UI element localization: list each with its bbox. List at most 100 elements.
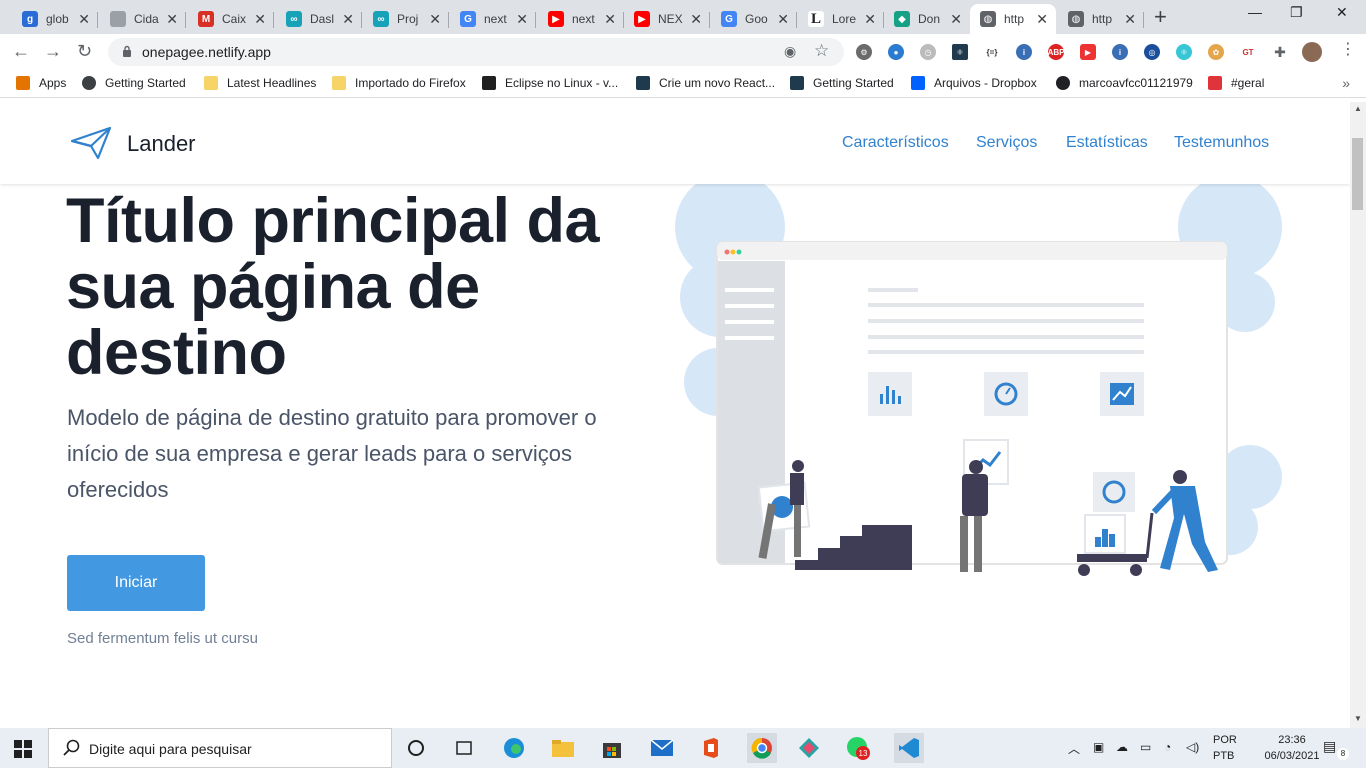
maximize-button[interactable]: ❐: [1290, 4, 1303, 21]
tab-close-icon[interactable]: ✕: [1036, 11, 1048, 27]
extension-redux-icon[interactable]: ✿: [1208, 44, 1224, 60]
browser-tab[interactable]: ◍ http ✕: [1058, 4, 1144, 34]
tray-wifi-icon[interactable]: ◔: [1164, 740, 1171, 754]
extension-compass-icon[interactable]: ◎: [1144, 44, 1160, 60]
extension-globe-icon[interactable]: ●: [888, 44, 904, 60]
tab-close-icon[interactable]: ✕: [1124, 11, 1136, 27]
edge-icon[interactable]: [502, 736, 526, 760]
minimize-button[interactable]: —: [1248, 4, 1262, 20]
input-language[interactable]: POR PTB: [1213, 732, 1237, 764]
extension-gear-icon[interactable]: ⚙: [856, 44, 872, 60]
vscode-icon[interactable]: [894, 733, 924, 763]
bookmark-item[interactable]: Crie um novo React...: [636, 76, 775, 90]
nav-link-estatisticas[interactable]: Estatísticas: [1066, 134, 1148, 152]
extension-info-icon[interactable]: i: [1016, 44, 1032, 60]
tab-close-icon[interactable]: ✕: [604, 11, 616, 27]
tab-close-icon[interactable]: ✕: [254, 11, 266, 27]
tray-volume-icon[interactable]: ◁): [1186, 740, 1199, 754]
extension-youtube-icon[interactable]: ▶: [1080, 44, 1096, 60]
browser-tab[interactable]: Gnext ✕: [450, 4, 536, 34]
scroll-up-arrow[interactable]: ▲: [1354, 104, 1362, 113]
extension-gt-icon[interactable]: GT: [1240, 44, 1256, 60]
google-icon: G: [460, 11, 476, 27]
extension-clock-icon[interactable]: ◷: [920, 44, 936, 60]
browser-tab[interactable]: ◆ Don ✕: [884, 4, 970, 34]
bookmark-item[interactable]: Eclipse no Linux - v...: [482, 76, 618, 90]
scroll-down-arrow[interactable]: ▼: [1354, 714, 1362, 723]
gitkraken-icon[interactable]: [797, 736, 821, 760]
taskbar-search-box[interactable]: Digite aqui para pesquisar: [48, 728, 392, 768]
browser-tab[interactable]: G Goo ✕: [711, 4, 797, 34]
mail-icon[interactable]: [650, 736, 674, 760]
nav-link-servicos[interactable]: Serviços: [976, 134, 1037, 152]
extension-adblock-icon[interactable]: ABP: [1048, 44, 1064, 60]
bookmark-item[interactable]: Getting Started: [790, 76, 894, 90]
eye-off-icon[interactable]: ◉: [784, 43, 796, 60]
nav-link-caracteristicos[interactable]: Característicos: [842, 134, 949, 152]
task-view-icon[interactable]: [452, 736, 476, 760]
extension-react-icon[interactable]: ⚛: [952, 44, 968, 60]
tab-close-icon[interactable]: ✕: [516, 11, 528, 27]
tray-onedrive-icon[interactable]: ☁: [1116, 740, 1128, 754]
extensions-puzzle-icon[interactable]: ✚: [1272, 44, 1288, 60]
browser-tab[interactable]: L Lore ✕: [798, 4, 884, 34]
taskbar-clock[interactable]: 23:36 06/03/2021: [1262, 732, 1322, 764]
windows-start-icon[interactable]: [14, 740, 32, 758]
tray-chevron-icon[interactable]: ︿: [1068, 740, 1080, 757]
browser-tab[interactable]: ◍ http ✕: [970, 4, 1056, 34]
browser-tab[interactable]: ∞ Dasl ✕: [276, 4, 362, 34]
new-tab-button[interactable]: +: [1154, 6, 1167, 28]
page-scrollbar[interactable]: ▲ ▼: [1350, 102, 1366, 728]
bookmark-item[interactable]: Importado do Firefox: [332, 76, 466, 90]
office-icon[interactable]: [699, 736, 723, 760]
tab-close-icon[interactable]: ✕: [950, 11, 962, 27]
tab-close-icon[interactable]: ✕: [166, 11, 178, 27]
forward-icon[interactable]: →: [44, 42, 62, 60]
reload-icon[interactable]: ↻: [77, 42, 92, 60]
extension-json-icon[interactable]: {=}: [984, 44, 1000, 60]
bookmark-item[interactable]: marcoavfcc01121979: [1056, 76, 1193, 90]
paper-plane-logo-icon[interactable]: [70, 126, 112, 160]
infinity-icon: ∞: [286, 11, 302, 27]
tab-close-icon[interactable]: ✕: [864, 11, 876, 27]
profile-avatar[interactable]: [1302, 42, 1322, 62]
file-explorer-icon[interactable]: [551, 736, 575, 760]
store-icon[interactable]: [600, 736, 624, 760]
bookmark-item[interactable]: Apps: [16, 76, 66, 90]
tab-close-icon[interactable]: ✕: [777, 11, 789, 27]
extension-info2-icon[interactable]: i: [1112, 44, 1128, 60]
tray-meet-icon[interactable]: ▣: [1093, 740, 1104, 754]
browser-tab[interactable]: ∞ Proj ✕: [363, 4, 449, 34]
tab-close-icon[interactable]: ✕: [342, 11, 354, 27]
cortana-icon[interactable]: [404, 736, 428, 760]
bookmark-item[interactable]: Arquivos - Dropbox: [911, 76, 1037, 90]
whatsapp-icon[interactable]: 13: [846, 736, 870, 760]
react-icon: [790, 76, 804, 90]
nav-link-testemunhos[interactable]: Testemunhos: [1174, 134, 1269, 152]
scrollbar-thumb[interactable]: [1352, 138, 1363, 210]
back-icon[interactable]: ←: [12, 42, 30, 60]
browser-tab[interactable]: Cida ✕: [100, 4, 186, 34]
browser-tab[interactable]: M Caix ✕: [188, 4, 274, 34]
bookmark-item[interactable]: Getting Started: [82, 76, 186, 90]
notification-center-icon[interactable]: ▤: [1323, 738, 1336, 755]
close-window-button[interactable]: ✕: [1336, 4, 1348, 21]
browser-tab[interactable]: ▶ next ✕: [538, 4, 624, 34]
bookmark-item[interactable]: #geral: [1208, 76, 1264, 90]
browser-tab[interactable]: g glob ✕: [12, 4, 98, 34]
extension-react2-icon[interactable]: ⚛: [1176, 44, 1192, 60]
chrome-taskbar-icon[interactable]: [747, 733, 777, 763]
bookmark-item[interactable]: Latest Headlines: [204, 76, 316, 90]
start-button[interactable]: Iniciar: [67, 555, 205, 611]
tab-close-icon[interactable]: ✕: [429, 11, 441, 27]
tab-close-icon[interactable]: ✕: [78, 11, 90, 27]
menu-dots-icon[interactable]: ⋮: [1340, 41, 1356, 59]
tab-title: http: [1004, 12, 1025, 26]
brand-name[interactable]: Lander: [127, 131, 196, 157]
tab-close-icon[interactable]: ✕: [690, 11, 702, 27]
more-bookmarks-icon[interactable]: »: [1342, 75, 1350, 91]
bookmark-star-icon[interactable]: ☆: [814, 41, 829, 61]
tray-battery-icon[interactable]: ▭: [1140, 740, 1151, 754]
browser-tab[interactable]: ▶ NEX ✕: [624, 4, 710, 34]
address-bar[interactable]: onepagee.netlify.app ◉ ☆: [108, 38, 844, 66]
